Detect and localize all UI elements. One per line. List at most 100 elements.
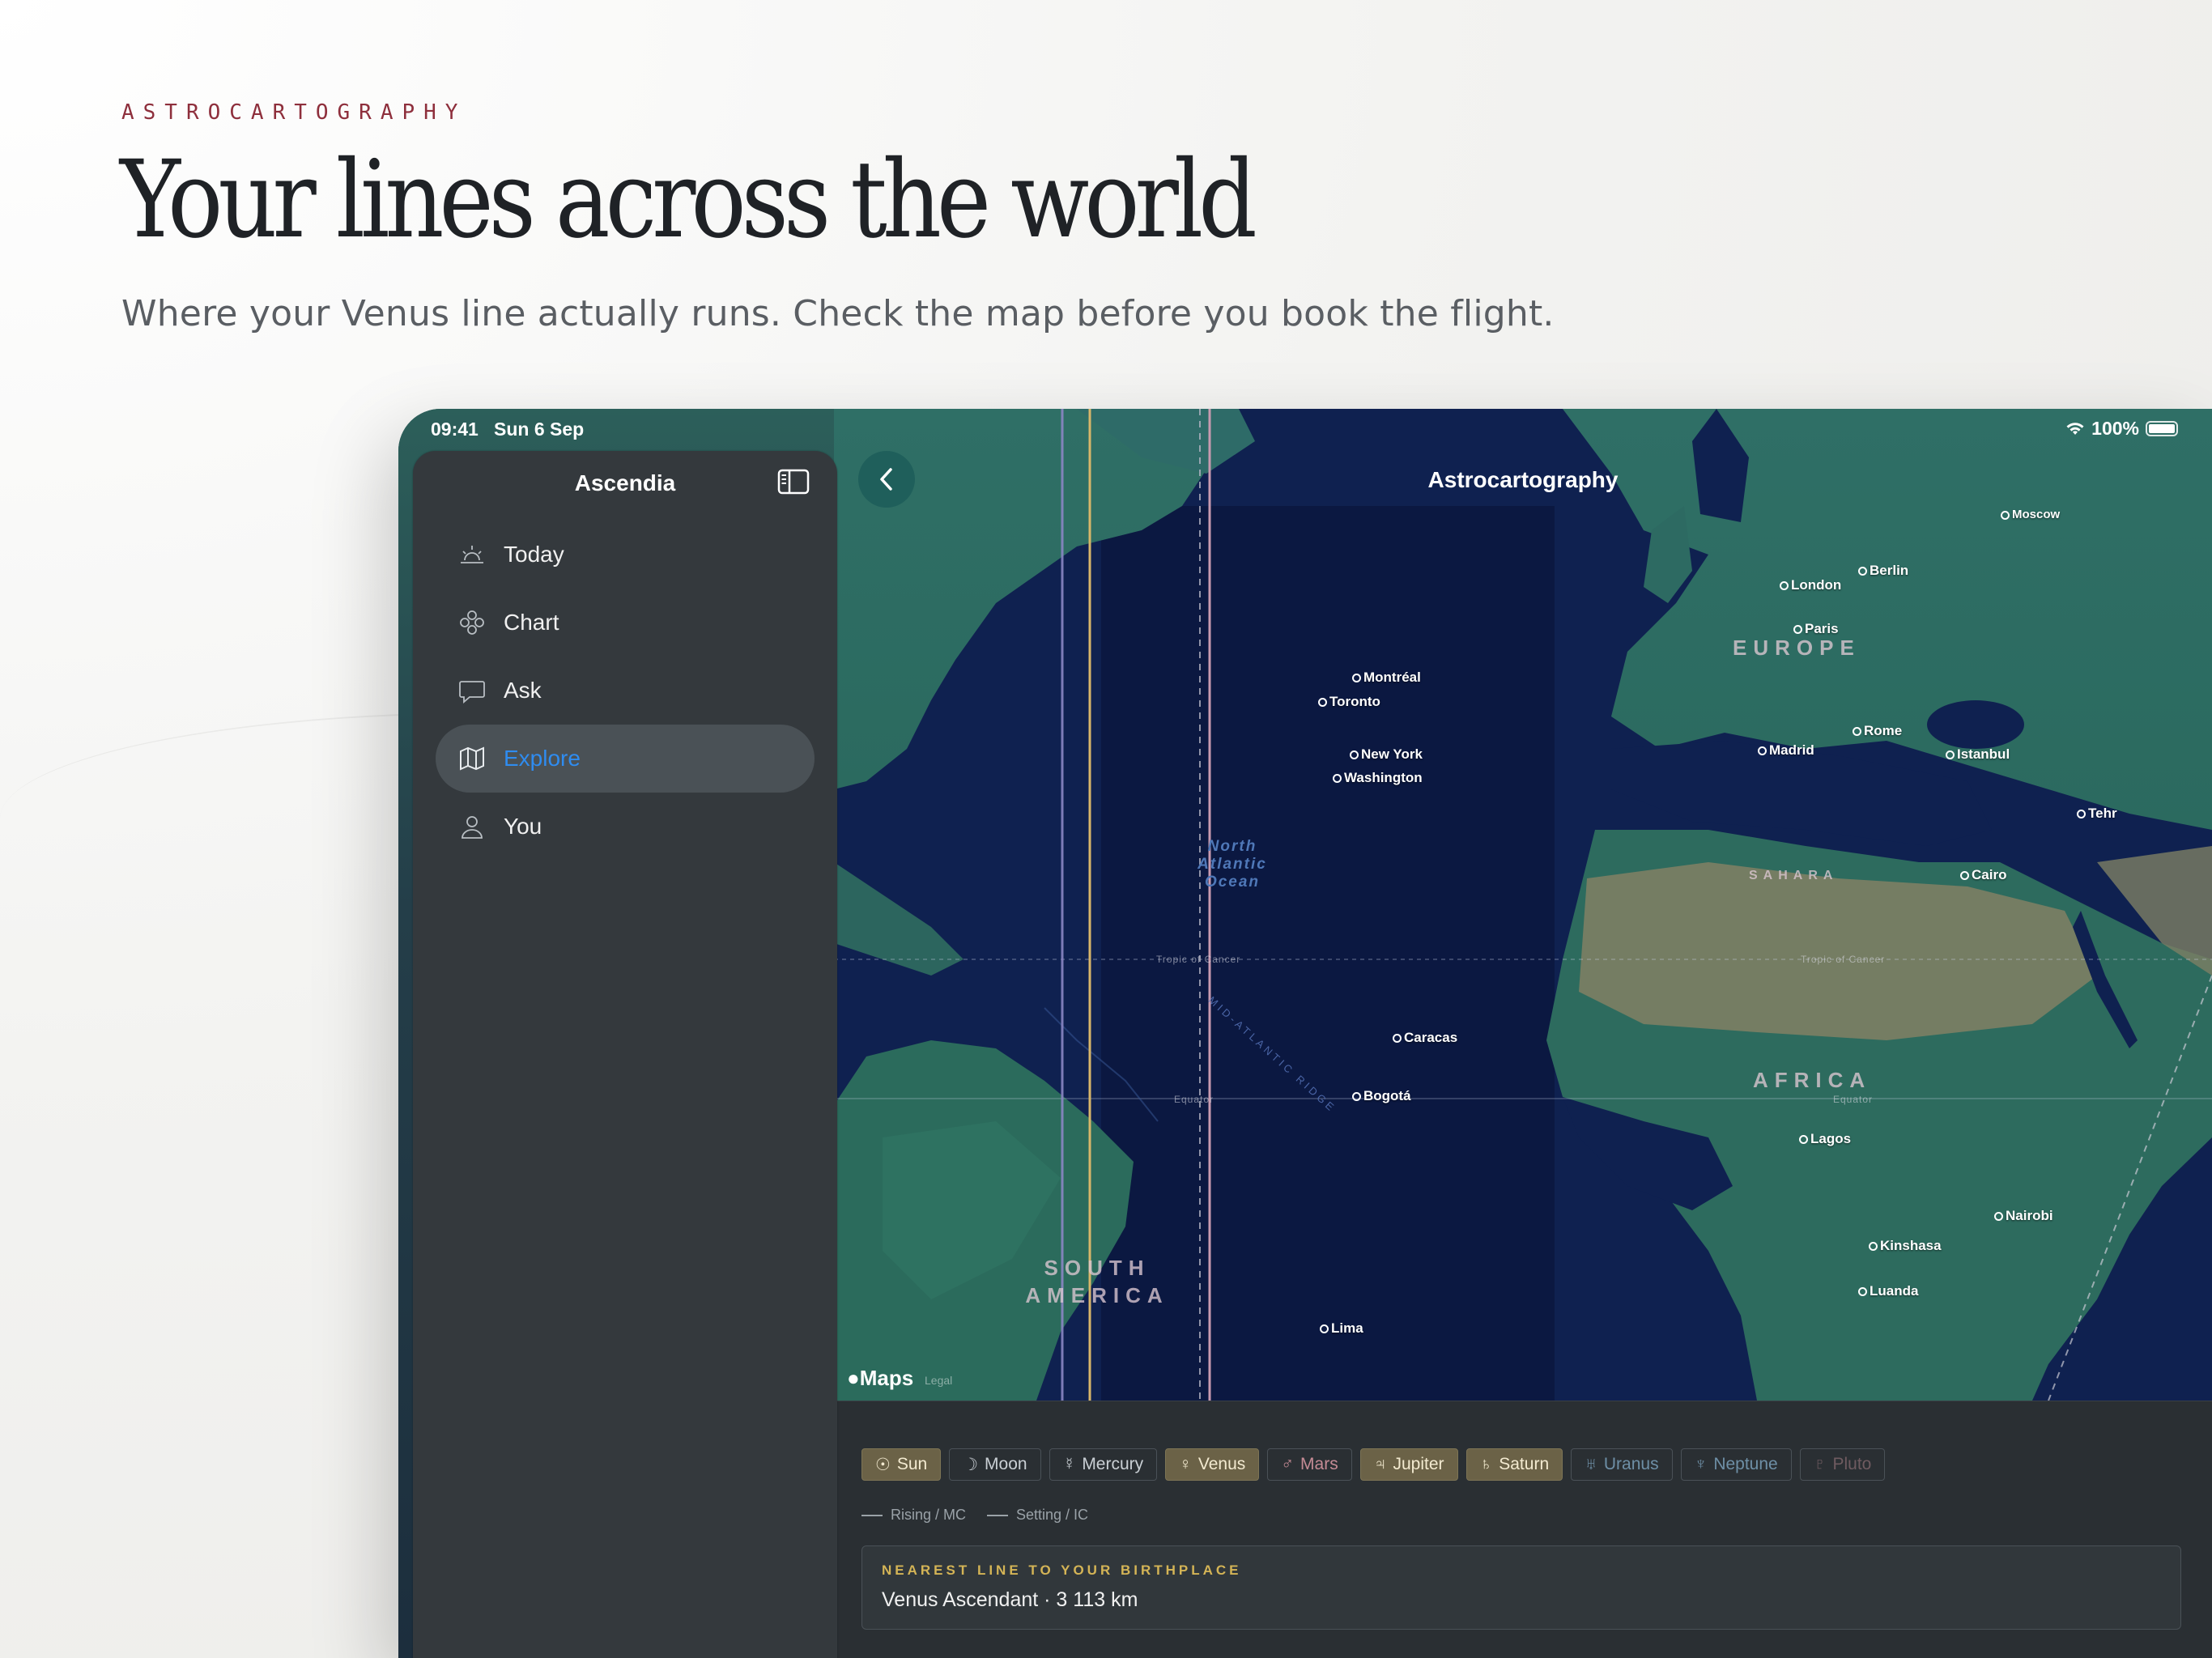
city-label: Lagos <box>1799 1131 1851 1147</box>
page-subhead: Where your Venus line actually runs. Che… <box>121 293 1555 334</box>
ocean-label: North Atlantic Ocean <box>1197 838 1267 891</box>
sidebar-nav: Today Chart Ask Explore You <box>436 521 815 861</box>
chip-sun[interactable]: ☉ Sun <box>861 1448 942 1481</box>
line-legend: Rising / MC Setting / IC <box>861 1507 1088 1524</box>
sidebar-title: Ascendia <box>574 470 676 495</box>
equator-label: Equator <box>1833 1094 1874 1105</box>
line-icon <box>987 1515 1009 1517</box>
chip-label: Jupiter <box>1393 1455 1444 1473</box>
page-headline: Your lines across the world <box>120 138 1257 262</box>
sidebar-item-you[interactable]: You <box>436 793 815 861</box>
chip-label: Moon <box>985 1455 1027 1473</box>
tropic-label: Tropic of Cancer <box>1156 954 1241 965</box>
nearest-line-label: NEAREST LINE TO YOUR BIRTHPLACE <box>882 1562 1242 1578</box>
status-time: 09:41 <box>431 419 479 440</box>
chip-neptune[interactable]: ♆ Neptune <box>1680 1448 1792 1481</box>
city-label: Montréal <box>1352 670 1421 686</box>
chip-label: Neptune <box>1713 1455 1778 1473</box>
city-label: Cairo <box>1960 867 2006 883</box>
tablet-screen: 09:41 Sun 6 Sep 100% Ascendia Today Char… <box>398 409 2212 1658</box>
region-label: AFRICA <box>1753 1068 1872 1092</box>
chip-label: Sun <box>896 1455 928 1473</box>
eyebrow-label: ASTROCARTOGRAPHY <box>121 100 467 125</box>
neptune-glyph-icon: ♆ <box>1694 1455 1708 1473</box>
mercury-glyph-icon: ☿ <box>1062 1455 1076 1473</box>
map-icon <box>460 746 484 771</box>
chart-wheel-icon <box>460 610 484 635</box>
city-label: London <box>1780 577 1841 593</box>
jupiter-glyph-icon: ♃ <box>1373 1455 1387 1473</box>
battery-icon <box>2146 421 2178 436</box>
venus-glyph-icon: ♀ <box>1179 1455 1192 1473</box>
sun-glyph-icon: ☉ <box>875 1455 891 1474</box>
chip-label: Mercury <box>1082 1455 1144 1473</box>
sidebar-item-explore[interactable]: Explore <box>436 725 815 793</box>
city-label: Lima <box>1320 1320 1363 1337</box>
chip-label: Mars <box>1300 1455 1338 1473</box>
legend-setting: Setting / IC <box>987 1507 1088 1524</box>
moon-glyph-icon: ☽ <box>963 1455 979 1474</box>
city-label: Toronto <box>1318 694 1380 710</box>
chip-label: Saturn <box>1499 1455 1550 1473</box>
region-label: SAHARA <box>1749 869 1839 882</box>
chip-uranus[interactable]: ♅ Uranus <box>1571 1448 1673 1481</box>
status-bar: 09:41 Sun 6 Sep 100% <box>398 409 2212 451</box>
sidebar: Ascendia Today Chart Ask Explore You <box>413 451 837 1658</box>
city-label: Bogotá <box>1352 1088 1411 1104</box>
battery-percent: 100% <box>2091 418 2139 439</box>
saturn-glyph-icon: ♄ <box>1479 1455 1493 1473</box>
maps-attribution: ●Maps <box>847 1366 913 1391</box>
sidebar-item-chart[interactable]: Chart <box>436 589 815 657</box>
chip-jupiter[interactable]: ♃ Jupiter <box>1359 1448 1458 1481</box>
city-label: Washington <box>1333 770 1423 786</box>
tropic-label: Tropic of Cancer <box>1801 954 1886 965</box>
chip-pluto[interactable]: ♇ Pluto <box>1799 1448 1886 1481</box>
sidebar-item-label: Explore <box>504 746 581 771</box>
solid-line-icon <box>861 1515 883 1517</box>
region-label: EUROPE <box>1733 636 1861 660</box>
maps-attribution-text: Maps <box>859 1366 914 1390</box>
map-terrain <box>834 409 2212 1401</box>
city-label: Rome <box>1853 723 1902 739</box>
city-label: Nairobi <box>1994 1208 2053 1224</box>
uranus-glyph-icon: ♅ <box>1585 1455 1597 1473</box>
chip-moon[interactable]: ☽ Moon <box>949 1448 1041 1481</box>
region-label: SOUTH AMERICA <box>1025 1256 1169 1307</box>
nearest-line-value: Venus Ascendant · 3 113 km <box>882 1588 1138 1611</box>
sidebar-item-label: Today <box>504 542 564 567</box>
person-icon <box>462 816 483 839</box>
chip-label: Uranus <box>1603 1455 1659 1473</box>
city-label: Madrid <box>1758 742 1814 759</box>
chip-label: Pluto <box>1832 1455 1872 1473</box>
status-date: Sun 6 Sep <box>494 419 585 440</box>
city-label: Istanbul <box>1946 746 2010 763</box>
chat-bubble-icon <box>459 681 485 704</box>
apple-logo-icon: ● <box>847 1366 860 1390</box>
chip-mars[interactable]: ♂ Mars <box>1267 1448 1352 1481</box>
sidebar-item-ask[interactable]: Ask <box>436 657 815 725</box>
planet-panel: ☉ Sun ☽ Moon ☿ Mercury ♀ Venus ♂ Mars ♃ Jupite… <box>834 1401 2212 1658</box>
sidebar-item-label: Ask <box>504 678 542 703</box>
equator-label: Equator <box>1174 1094 1214 1105</box>
chip-saturn[interactable]: ♄ Saturn <box>1465 1448 1563 1481</box>
city-label: Caracas <box>1393 1030 1457 1046</box>
legend-rising-label: Rising / MC <box>891 1507 967 1523</box>
world-map[interactable]: Astrocartography Moscow Berlin London Pa… <box>834 409 2212 1401</box>
chip-mercury[interactable]: ☿ Mercury <box>1049 1448 1158 1481</box>
sidebar-item-label: Chart <box>504 610 559 635</box>
city-label: Moscow <box>2001 508 2060 521</box>
chip-label: Venus <box>1197 1455 1246 1473</box>
sidebar-item-today[interactable]: Today <box>436 521 815 589</box>
sunrise-icon <box>461 546 483 563</box>
mars-glyph-icon: ♂ <box>1281 1455 1295 1473</box>
city-label: Luanda <box>1858 1283 1918 1299</box>
sidebar-toggle-icon[interactable] <box>777 469 810 495</box>
nearest-line-card[interactable]: NEAREST LINE TO YOUR BIRTHPLACE Venus As… <box>861 1545 2181 1630</box>
city-label: Tehr <box>2077 806 2117 822</box>
legal-link[interactable]: Legal <box>925 1374 952 1387</box>
wifi-icon <box>2066 422 2084 435</box>
map-title: Astrocartography <box>1427 467 1619 492</box>
planet-filter-chips: ☉ Sun ☽ Moon ☿ Mercury ♀ Venus ♂ Mars ♃ Jupite… <box>861 1448 1886 1481</box>
chip-venus[interactable]: ♀ Venus <box>1165 1448 1260 1481</box>
legend-rising: Rising / MC <box>861 1507 966 1524</box>
